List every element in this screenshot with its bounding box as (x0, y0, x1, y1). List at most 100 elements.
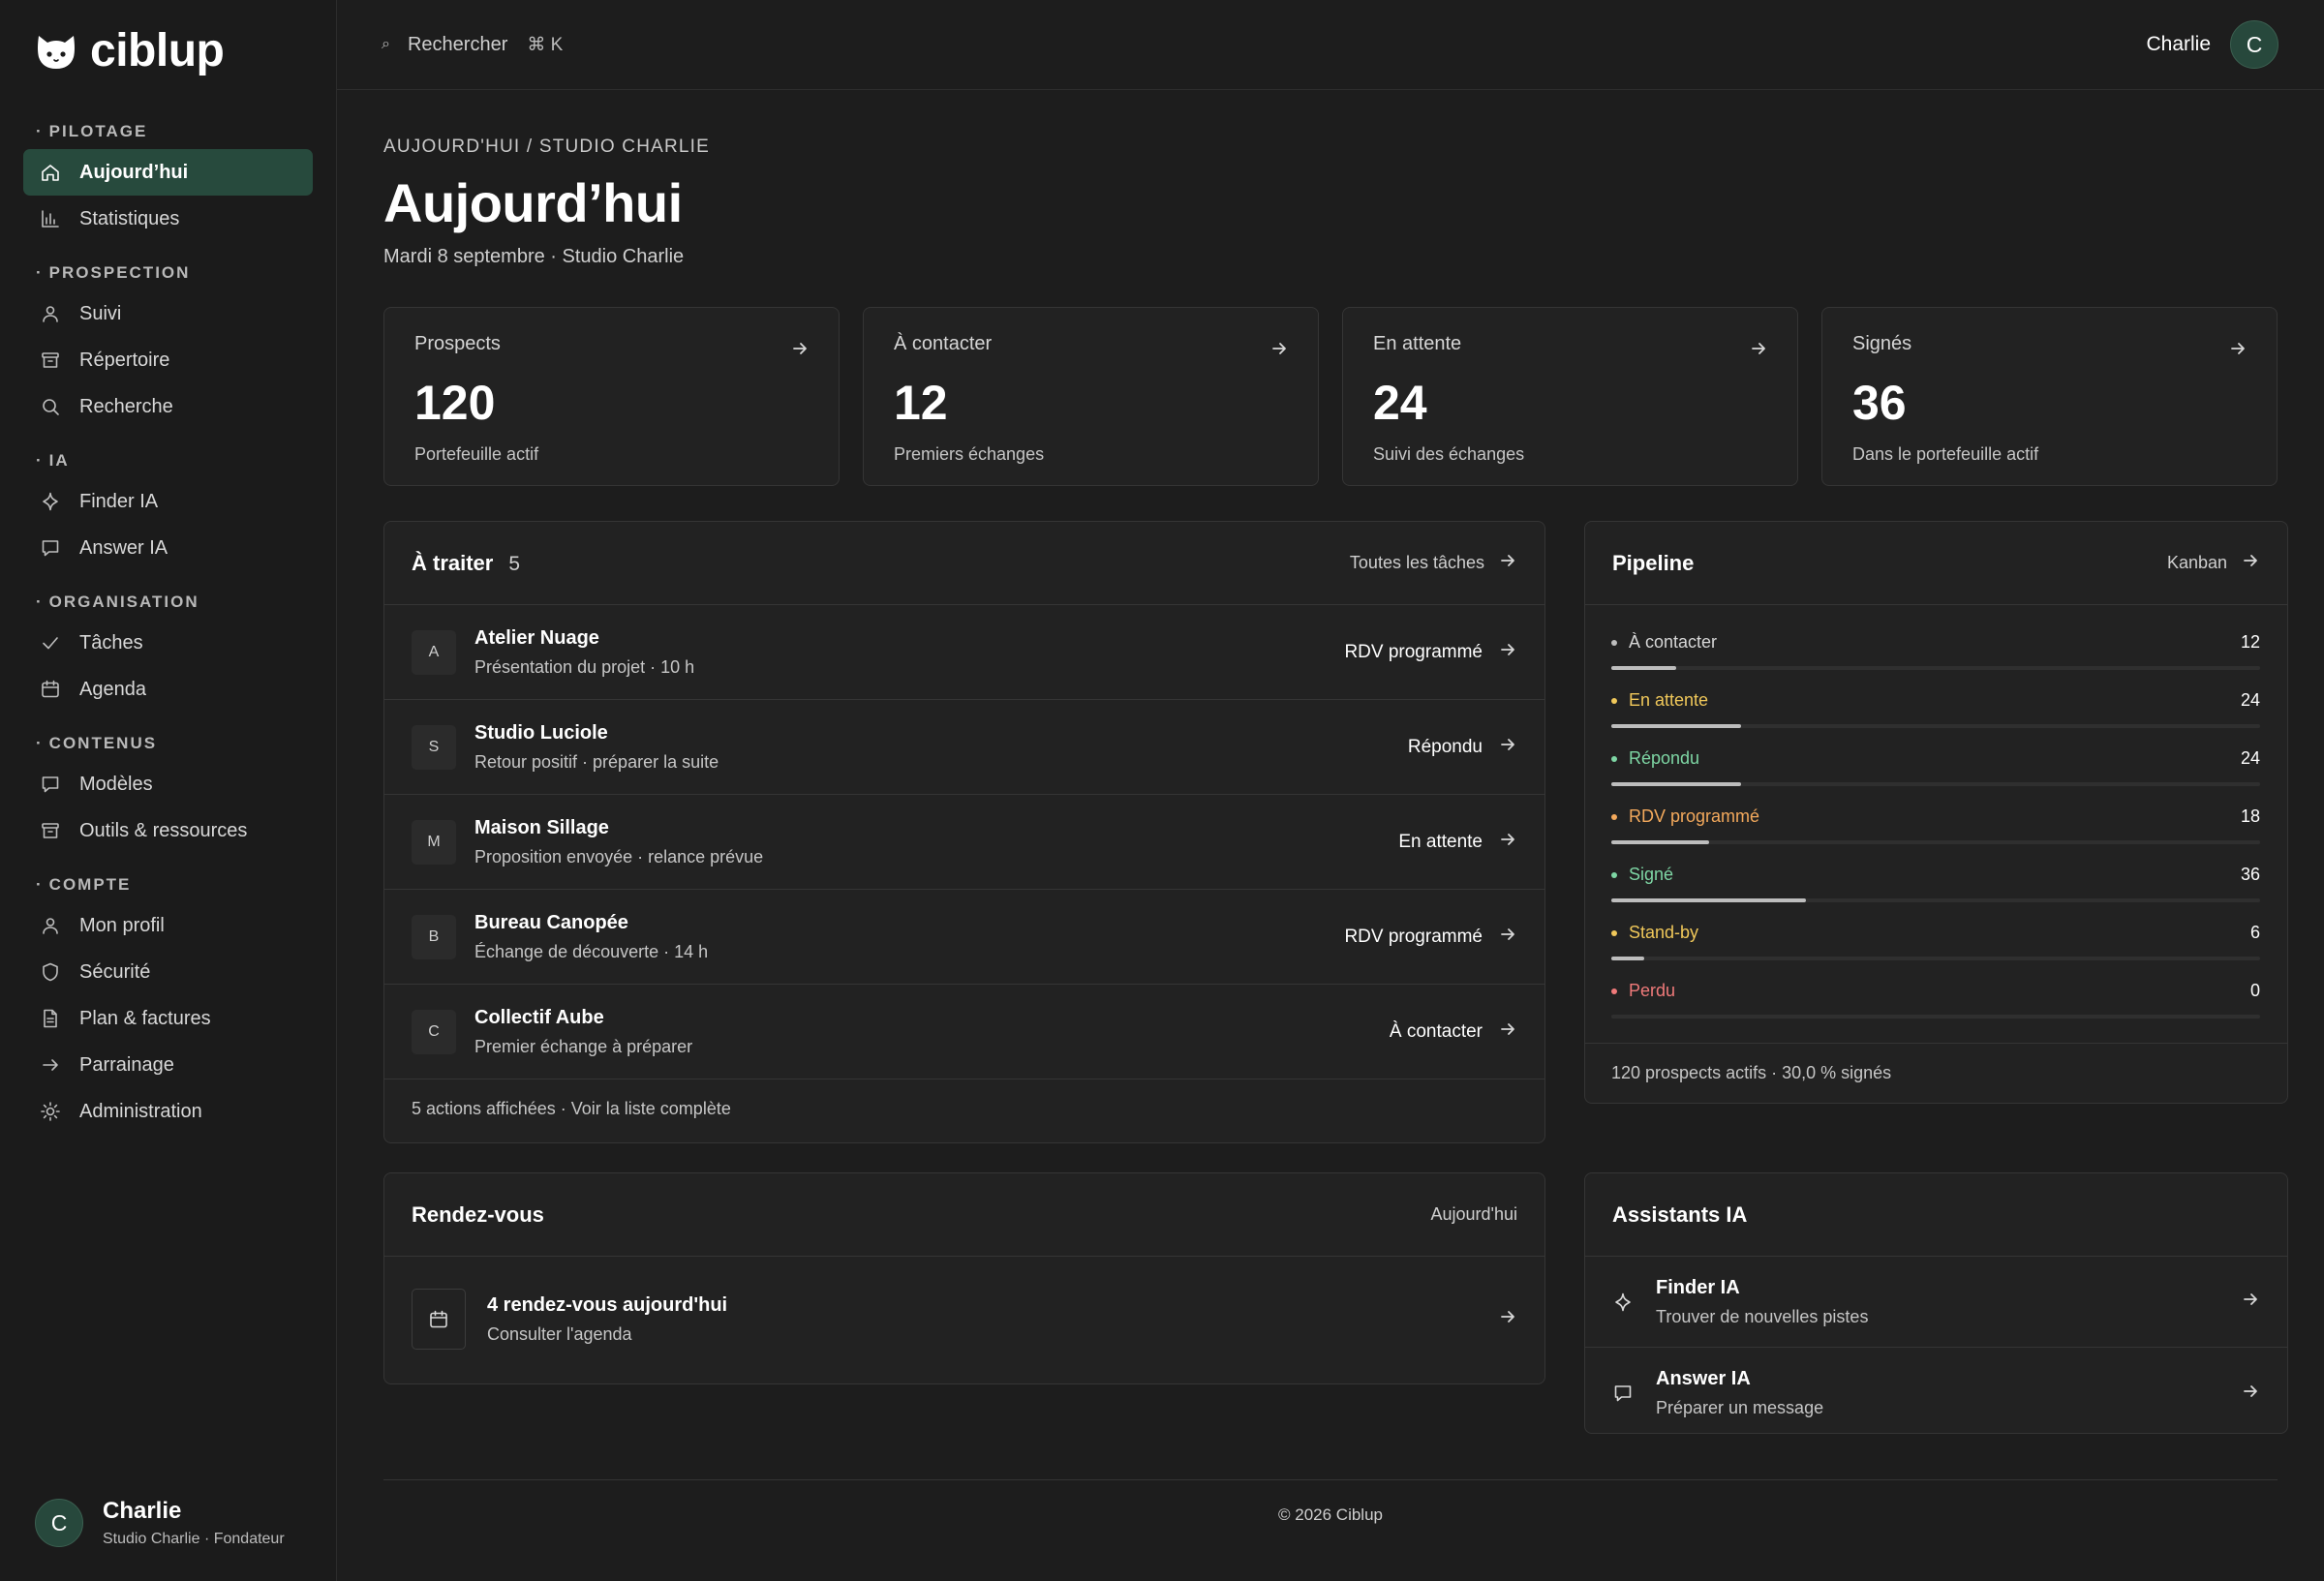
archive-icon (39, 349, 62, 372)
pipeline-stage: À contacter 12 (1611, 623, 2260, 681)
pipeline-stage: Signé 36 (1611, 855, 2260, 913)
task-name: Atelier Nuage (474, 626, 599, 649)
sidebar-item-securite[interactable]: Sécurité (23, 949, 313, 995)
task-status: RDV programmé (1344, 640, 1517, 665)
sidebar-item-label: Parrainage (79, 1053, 174, 1076)
pipeline-stage-label: À contacter (1629, 632, 1718, 652)
sidebar-item-agenda[interactable]: Agenda (23, 666, 313, 713)
task-initial: S (412, 724, 456, 770)
pipeline-fill (1611, 666, 1676, 670)
task-description: Proposition envoyée · relance prévue (474, 846, 764, 867)
sidebar-item-repertoire[interactable]: Répertoire (23, 337, 313, 383)
assistant-row[interactable]: Finder IA Trouver de nouvelles pistes (1585, 1257, 2287, 1348)
sidebar-item-mon-profil[interactable]: Mon profil (23, 902, 313, 949)
sidebar-item-label: Tâches (79, 631, 143, 654)
search-label: Rechercher (407, 33, 508, 55)
sidebar-item-label: Answer IA (79, 536, 168, 559)
pipeline-fill (1611, 724, 1741, 728)
sidebar-item-plan-factures[interactable]: Plan & factures (23, 995, 313, 1042)
nav-section-heading: · CONTENUS (36, 734, 158, 752)
nav-section-heading: · PROSPECTION (36, 263, 191, 282)
all-tasks-link[interactable]: Toutes les tâches (1350, 551, 1517, 575)
pipeline-track (1611, 1015, 2260, 1019)
tasks-panel: À traiter 5 Toutes les tâches A Atelier Nu… (383, 521, 1545, 1143)
pipeline-stage-label: Perdu (1629, 981, 1676, 1000)
kanban-label: Kanban (2166, 553, 2227, 572)
sidebar-item-label: Recherche (79, 395, 173, 417)
pipeline-track (1611, 724, 2260, 728)
pipeline-stage-label: Répondu (1629, 748, 1700, 768)
pipeline-track (1611, 957, 2260, 960)
sidebar-item-outils-ressources[interactable]: Outils & ressources (23, 807, 313, 854)
home-icon (39, 161, 62, 184)
sidebar-item-answer-ia[interactable]: Answer IA (23, 525, 313, 571)
rdv-card-title: 4 rendez-vous aujourd'hui (487, 1293, 728, 1316)
assistant-row[interactable]: Answer IA Préparer un message (1585, 1348, 2287, 1439)
pipeline-stage-value: 24 (2240, 748, 2260, 768)
chat-icon (39, 536, 62, 560)
nav-section-heading: · COMPTE (36, 875, 132, 894)
tasks-count: 5 (508, 552, 521, 575)
sidebar-item-label: Aujourd’hui (79, 161, 189, 183)
task-name: Studio Luciole (474, 721, 608, 744)
sidebar-user[interactable]: C Charlie Studio Charlie · Fondateur (35, 1498, 285, 1548)
task-status: En attente (1398, 830, 1517, 855)
stat-card[interactable]: En attente 24 Suivi des échanges (1342, 307, 1798, 486)
calendar-icon (412, 1289, 466, 1350)
task-description: Premier échange à préparer (474, 1036, 693, 1056)
search-trigger[interactable]: ⌕ Rechercher ⌘ K (382, 34, 563, 56)
task-name: Collectif Aube (474, 1006, 604, 1028)
status-dot (1611, 639, 1617, 646)
stat-card[interactable]: Signés 36 Dans le portefeuille actif (1821, 307, 2278, 486)
pipeline-stage-value: 12 (2240, 632, 2260, 652)
task-status: À contacter (1390, 1019, 1517, 1045)
tasks-footer[interactable]: 5 actions affichées · Voir la liste comp… (384, 1079, 1544, 1138)
pipeline-track (1611, 782, 2260, 786)
nav-section-heading: · ORGANISATION (36, 593, 199, 611)
sidebar-item-suivi[interactable]: Suivi (23, 290, 313, 337)
search-icon: ⌕ (382, 36, 390, 52)
sun-icon (39, 1100, 62, 1123)
task-row[interactable]: A Atelier Nuage Présentation du projet · 1… (384, 605, 1544, 700)
task-row[interactable]: S Studio Luciole Retour positif · préparer… (384, 700, 1544, 795)
task-status: Répondu (1408, 735, 1517, 760)
pipeline-footer: 120 prospects actifs · 30,0 % signés (1585, 1043, 2287, 1103)
pipeline-stage: Répondu 24 (1611, 739, 2260, 797)
task-status: RDV programmé (1344, 925, 1517, 950)
sidebar-item-parrainage[interactable]: Parrainage (23, 1042, 313, 1088)
arrow-right-icon (1498, 830, 1517, 855)
task-row[interactable]: B Bureau Canopée Échange de découverte · 1… (384, 890, 1544, 985)
kanban-link[interactable]: Kanban (2167, 551, 2260, 575)
stat-label: En attente (1373, 333, 1462, 354)
pipeline-stage-value: 0 (2249, 981, 2260, 1000)
sidebar-item-statistiques[interactable]: Statistiques (23, 196, 313, 242)
rdv-card[interactable]: 4 rendez-vous aujourd'hui Consulter l'ag… (412, 1289, 1517, 1350)
topbar-user[interactable]: Charlie C (2146, 20, 2278, 69)
sidebar-item-aujourd-hui[interactable]: Aujourd’hui (23, 149, 313, 196)
stat-label: À contacter (894, 333, 993, 354)
sidebar-item-recherche[interactable]: Recherche (23, 383, 313, 430)
bar-chart-icon (39, 207, 62, 230)
arrow-right-icon (1749, 339, 1768, 363)
pipeline-stage: Perdu 0 (1611, 971, 2260, 1029)
pipeline-stage-label: Signé (1629, 865, 1674, 884)
stat-value: 12 (894, 376, 948, 430)
pipeline-stage-label: En attente (1629, 690, 1709, 710)
stat-card[interactable]: Prospects 120 Portefeuille actif (383, 307, 840, 486)
sidebar-item-taches[interactable]: Tâches (23, 620, 313, 666)
calendar-icon (39, 678, 62, 701)
sidebar-item-modeles[interactable]: Modèles (23, 761, 313, 807)
pipeline-stage-label: Stand-by (1629, 923, 1699, 942)
task-row[interactable]: M Maison Sillage Proposition envoyée · rel… (384, 795, 1544, 890)
pipeline-stage-value: 6 (2249, 923, 2260, 942)
task-row[interactable]: C Collectif Aube Premier échange à prépare… (384, 985, 1544, 1079)
nav-section: · ORGANISATION Tâches Agenda (23, 585, 313, 713)
rdv-card-subtitle: Consulter l'agenda (487, 1323, 632, 1344)
chat-icon (1612, 1383, 1639, 1404)
brand-logo[interactable]: ciblup (23, 0, 313, 101)
sidebar-item-administration[interactable]: Administration (23, 1088, 313, 1135)
stat-card[interactable]: À contacter 12 Premiers échanges (863, 307, 1319, 486)
pipeline-track (1611, 898, 2260, 902)
sidebar-item-finder-ia[interactable]: Finder IA (23, 478, 313, 525)
sidebar-item-label: Agenda (79, 678, 146, 700)
